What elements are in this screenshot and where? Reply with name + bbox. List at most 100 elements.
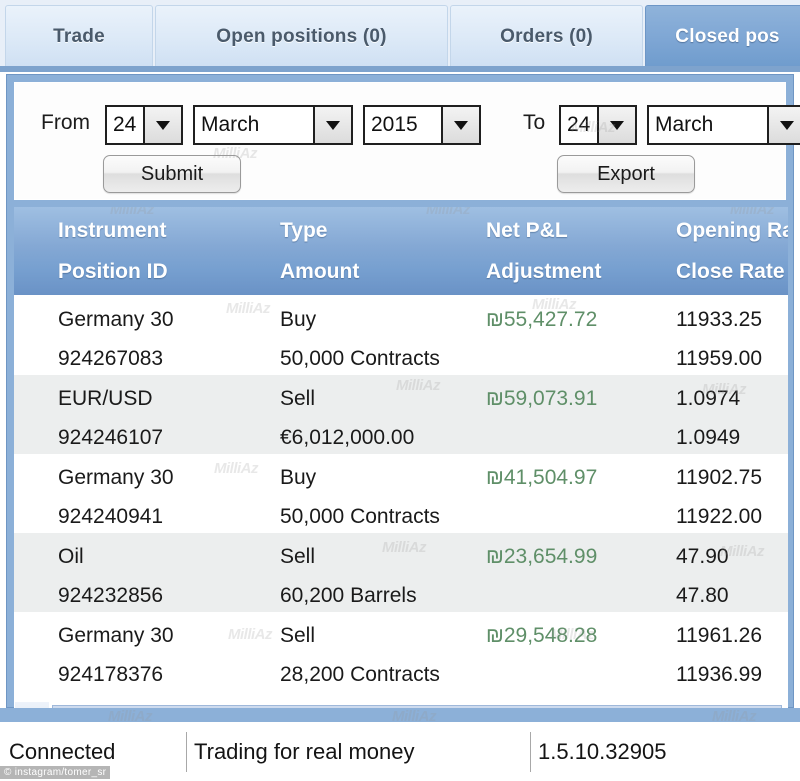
site-watermark: MilliAz [214,460,259,477]
tab-closed-positions[interactable]: Closed pos [645,5,800,67]
table-row[interactable]: EUR/USD 924246107 Sell €6,012,000.00 ₪59… [14,375,788,454]
tab-trade-label: Trade [53,25,105,47]
from-month-value: March [195,107,313,143]
export-button-label: Export [597,162,655,185]
status-version-label: 1.5.10.32905 [538,739,667,764]
column-header-type[interactable]: Type [280,219,327,243]
submit-button-label: Submit [140,162,204,185]
cell-instrument: Germany 30 [58,466,174,489]
to-month-select[interactable]: March [647,105,800,145]
status-trading-mode: Trading for real money [186,732,526,772]
table-row[interactable]: Germany 30 924178376 Sell 28,200 Contrac… [14,612,788,691]
cell-type: Sell [280,624,316,647]
status-trading-mode-label: Trading for real money [194,739,415,764]
cell-amount: 60,200 Barrels [280,584,417,607]
cell-position-id: 924246107 [58,426,164,449]
from-day-select[interactable]: 24 [105,105,183,145]
to-day-value: 24 [561,107,597,143]
site-watermark: MilliAz [382,539,427,556]
submit-button[interactable]: Submit [103,155,241,193]
cell-amount: 28,200 Contracts [280,663,440,686]
cell-instrument: Oil [58,545,84,568]
cell-instrument: EUR/USD [58,387,153,410]
cell-close-rate: 11959.00 [676,347,763,370]
from-month-select[interactable]: March [193,105,353,145]
column-header-net-pnl[interactable]: Net P&L [486,219,568,243]
chevron-down-icon[interactable] [143,107,181,143]
cell-type: Buy [280,466,317,489]
site-watermark: MilliAz [228,626,273,643]
table-row[interactable]: Germany 30 924267083 Buy 50,000 Contract… [14,296,788,375]
cell-net-pnl: ₪55,427.72 [486,308,598,331]
table-row[interactable]: Oil 924232856 Sell 60,200 Barrels ₪23,65… [14,533,788,612]
column-header-close-rate[interactable]: Close Rate [676,260,785,284]
status-version: 1.5.10.32905 [530,732,792,772]
cell-position-id: 924240941 [58,505,164,528]
closed-positions-table: Instrument Type Net P&L Opening Ra Posit… [14,207,788,701]
chevron-down-icon[interactable] [441,107,479,143]
date-filter-panel: From 24 March 2015 To 24 March Submit Ex… [14,82,800,200]
chevron-down-icon[interactable] [313,107,351,143]
column-header-instrument[interactable]: Instrument [58,219,167,243]
cell-type: Sell [280,387,316,410]
corner-watermark: © instagram/tomer_sr [0,766,111,779]
cell-amount: 50,000 Contracts [280,347,440,370]
tab-closed-positions-label: Closed pos [675,25,780,47]
tab-open-positions-label: Open positions (0) [216,25,387,47]
cell-amount: €6,012,000.00 [280,426,415,449]
tab-trade[interactable]: Trade [5,5,153,67]
to-label: To [523,111,546,134]
cell-instrument: Germany 30 [58,624,174,647]
cell-position-id: 924178376 [58,663,164,686]
cell-type: Sell [280,545,316,568]
site-watermark: MilliAz [730,207,775,218]
tab-underline [0,66,800,72]
from-year-value: 2015 [365,107,441,143]
cell-type: Buy [280,308,317,331]
cell-net-pnl: ₪59,073.91 [486,387,598,410]
cell-position-id: 924232856 [58,584,164,607]
tab-open-positions[interactable]: Open positions (0) [155,5,448,67]
content-frame: From 24 March 2015 To 24 March Submit Ex… [6,74,800,739]
to-month-value: March [649,107,767,143]
cell-close-rate: 47.80 [676,584,729,607]
status-connection-label: Connected [9,739,116,764]
to-day-select[interactable]: 24 [559,105,637,145]
site-watermark: MilliAz [426,207,471,218]
cell-net-pnl: ₪23,654.99 [486,545,598,568]
trading-platform-window: Trade Open positions (0) Orders (0) Clos… [0,0,800,781]
cell-opening-rate: 11933.25 [676,308,763,331]
column-header-adjustment[interactable]: Adjustment [486,260,602,284]
cell-amount: 50,000 Contracts [280,505,440,528]
cell-opening-rate: 11902.75 [676,466,763,489]
tab-orders[interactable]: Orders (0) [450,5,643,67]
cell-opening-rate: 47.90 [676,545,729,568]
column-header-opening-rate[interactable]: Opening Ra [676,219,788,243]
cell-instrument: Germany 30 [58,308,174,331]
chevron-down-icon[interactable] [597,107,635,143]
export-button[interactable]: Export [557,155,695,193]
from-day-value: 24 [107,107,143,143]
tab-orders-label: Orders (0) [500,25,593,47]
cell-position-id: 924267083 [58,347,164,370]
tab-bar: Trade Open positions (0) Orders (0) Clos… [0,0,800,72]
site-watermark: MilliAz [396,377,441,394]
column-header-amount[interactable]: Amount [280,260,359,284]
cell-close-rate: 11922.00 [676,505,763,528]
table-row[interactable]: Germany 30 924240941 Buy 50,000 Contract… [14,454,788,533]
cell-opening-rate: 11961.26 [676,624,763,647]
status-bar: Connected Trading for real money 1.5.10.… [0,708,800,781]
cell-close-rate: 11936.99 [676,663,763,686]
cell-close-rate: 1.0949 [676,426,741,449]
site-watermark: MilliAz [110,207,155,218]
cell-net-pnl: ₪29,548.28 [486,624,598,647]
column-header-position-id[interactable]: Position ID [58,260,168,284]
cell-net-pnl: ₪41,504.97 [486,466,598,489]
from-year-select[interactable]: 2015 [363,105,481,145]
cell-opening-rate: 1.0974 [676,387,741,410]
site-watermark: MilliAz [226,300,271,317]
chevron-down-icon[interactable] [767,107,800,143]
status-bar-top-strip [0,708,800,722]
table-header: Instrument Type Net P&L Opening Ra Posit… [14,207,788,296]
from-label: From [41,111,90,134]
